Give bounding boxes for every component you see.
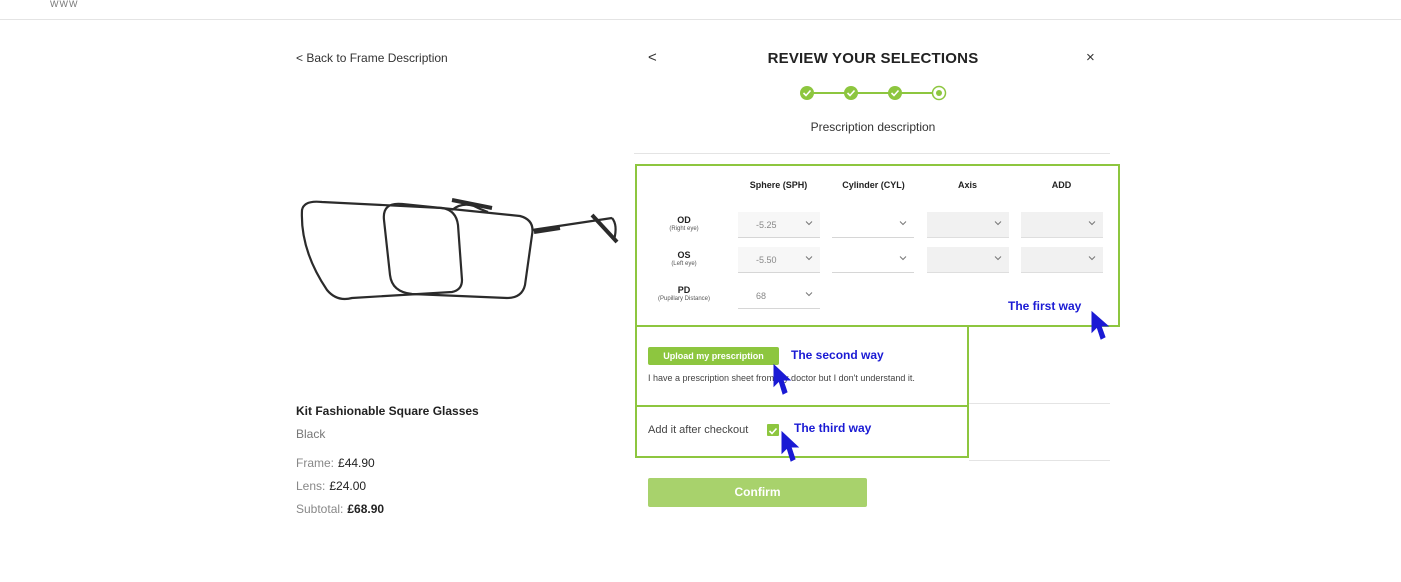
chevron-down-icon: [1088, 219, 1096, 229]
column-header-sph: Sphere (SPH): [749, 180, 808, 190]
step-3-complete: [888, 86, 902, 100]
frame-price-value: £44.90: [338, 456, 375, 470]
frame-price-row: Frame: £44.90: [296, 456, 375, 470]
od-axis-select[interactable]: [927, 212, 1009, 238]
upload-option-box: [635, 325, 969, 407]
chevron-down-icon: [805, 254, 813, 264]
chevron-down-icon: [805, 290, 813, 300]
check-icon: [768, 427, 778, 435]
lens-price-row: Lens: £24.00: [296, 479, 366, 493]
row-label-os: OS (Left eye): [671, 250, 697, 267]
pd-select[interactable]: 68: [738, 283, 820, 309]
step-4-current: [931, 85, 947, 101]
column-header-axis: Axis: [957, 180, 977, 190]
os-add-select[interactable]: [1021, 247, 1103, 273]
page-title: REVIEW YOUR SELECTIONS: [767, 50, 979, 67]
previous-step-button[interactable]: <: [648, 49, 657, 66]
od-add-select[interactable]: [1021, 212, 1103, 238]
close-button[interactable]: ×: [1086, 49, 1095, 66]
after-checkout-checkbox[interactable]: [767, 424, 779, 436]
after-checkout-label: Add it after checkout: [648, 424, 749, 436]
os-cyl-select[interactable]: [832, 247, 914, 273]
subtotal-label: Subtotal:: [296, 502, 344, 516]
lens-price-label: Lens:: [296, 479, 326, 493]
subtotal-row: Subtotal: £68.90: [296, 502, 384, 516]
od-cyl-select[interactable]: [832, 212, 914, 238]
site-logo[interactable]: WWW: [50, 0, 78, 9]
cursor-arrow-icon: [1091, 310, 1110, 340]
chevron-down-icon: [1088, 254, 1096, 264]
row-label-pd: PD (Pupillary Distance): [657, 285, 711, 302]
annotation-second-way: The second way: [791, 348, 884, 362]
chevron-down-icon: [994, 219, 1002, 229]
back-to-frame-link[interactable]: < Back to Frame Description: [296, 51, 448, 65]
chevron-down-icon: [805, 219, 813, 229]
step-description: Prescription description: [810, 120, 936, 134]
subtotal-value: £68.90: [347, 502, 385, 516]
product-color: Black: [296, 427, 326, 441]
step-2-complete: [844, 86, 858, 100]
product-image-glasses: [300, 198, 619, 301]
chevron-down-icon: [899, 219, 907, 229]
column-header-cyl: Cylinder (CYL): [842, 180, 905, 190]
annotation-first-way: The first way: [1008, 299, 1082, 313]
chevron-down-icon: [994, 254, 1002, 264]
step-1-complete: [800, 86, 814, 100]
progress-stepper: [800, 85, 947, 101]
lens-price-value: £24.00: [329, 479, 367, 493]
annotation-third-way: The third way: [794, 421, 872, 435]
header-divider: [0, 19, 1401, 20]
product-name: Kit Fashionable Square Glasses: [296, 404, 479, 418]
column-header-add: ADD: [1051, 180, 1072, 190]
confirm-button[interactable]: Confirm: [648, 478, 867, 507]
cursor-arrow-icon: [781, 430, 800, 462]
os-sph-select[interactable]: -5.50: [738, 247, 820, 273]
upload-prescription-button[interactable]: Upload my prescription: [648, 347, 779, 365]
od-sph-select[interactable]: -5.25: [738, 212, 820, 238]
chevron-down-icon: [899, 254, 907, 264]
section-divider: [969, 460, 1110, 461]
row-label-od: OD (Right eye): [669, 215, 699, 232]
cursor-arrow-icon: [773, 363, 792, 395]
section-divider: [634, 153, 1110, 154]
section-divider: [969, 403, 1110, 404]
frame-price-label: Frame:: [296, 456, 335, 470]
os-axis-select[interactable]: [927, 247, 1009, 273]
